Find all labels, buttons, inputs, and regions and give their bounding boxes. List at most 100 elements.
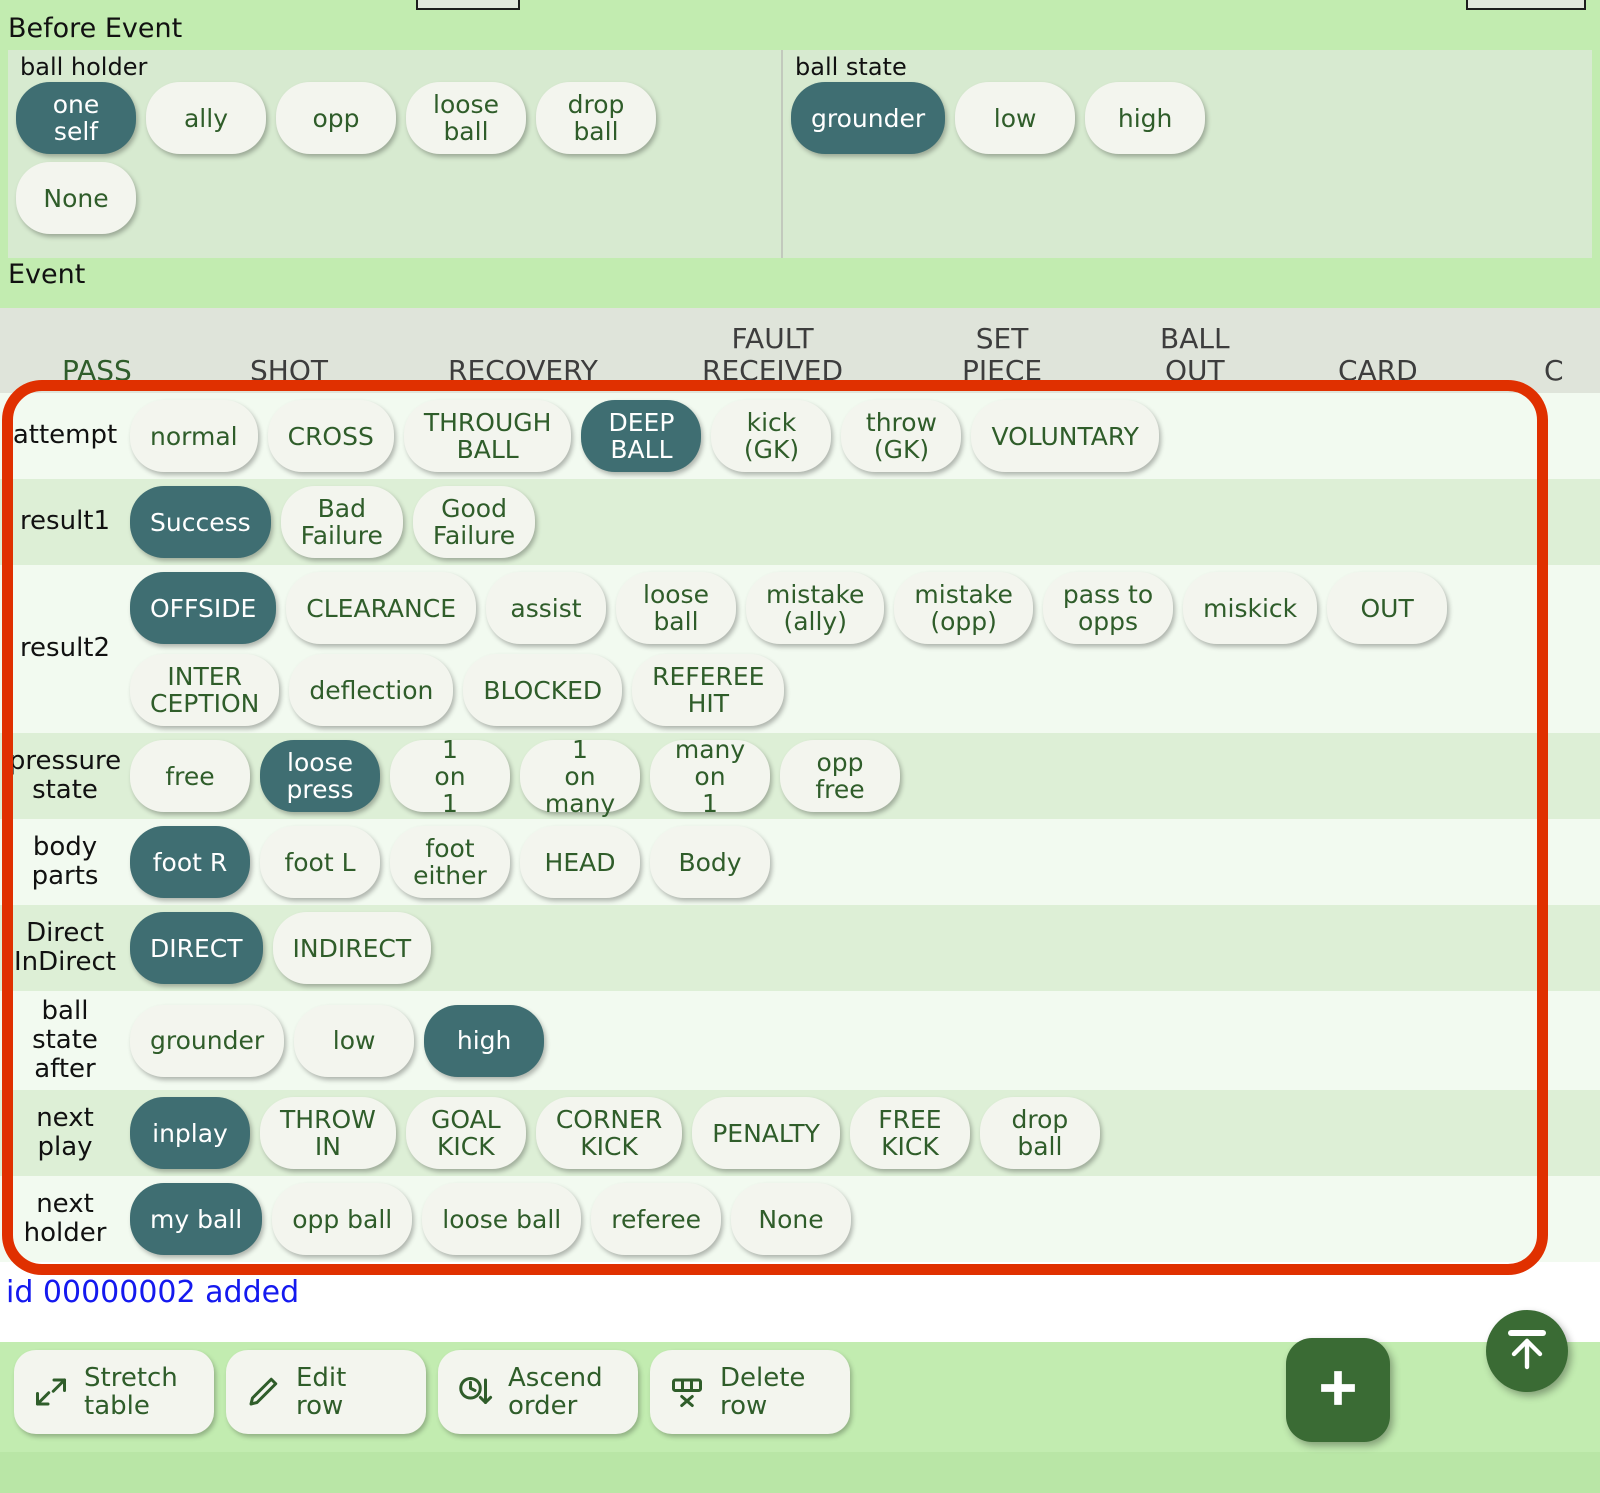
chip-result2-11[interactable]: BLOCKED <box>463 654 623 726</box>
tab-card[interactable]: CARD <box>1338 354 1418 387</box>
chip-result2-9[interactable]: INTER CEPTION <box>130 654 280 726</box>
chip-ball-holder-0[interactable]: one self <box>16 82 136 155</box>
chip-result2-3[interactable]: loose ball <box>616 572 736 644</box>
attribute-row-attempt: attempt normal CROSS THROUGH BALL DEEP BALL k… <box>0 393 1600 479</box>
before-event-section: Before Event ball holder one self ally opp… <box>0 12 1600 258</box>
chip-direct-indirect-0[interactable]: DIRECT <box>130 912 263 984</box>
chip-attempt-6[interactable]: VOLUNTARY <box>971 400 1159 472</box>
chip-result2-7[interactable]: miskick <box>1183 572 1318 644</box>
chip-next-play-0[interactable]: inplay <box>130 1097 250 1170</box>
chip-next-holder-1[interactable]: opp ball <box>272 1183 413 1256</box>
chip-ball-state-1[interactable]: low <box>955 82 1076 155</box>
chip-pressure-state-4[interactable]: many on 1 <box>650 736 770 817</box>
chip-body-parts-3[interactable]: HEAD <box>520 826 640 898</box>
chip-attempt-1[interactable]: CROSS <box>267 400 394 472</box>
chip-result2-2[interactable]: assist <box>486 572 606 644</box>
chip-pressure-state-2[interactable]: 1 on 1 <box>390 736 510 817</box>
chip-result1-1[interactable]: Bad Failure <box>280 486 403 558</box>
attribute-row-result1: result1 Success Bad Failure Good Failure <box>0 479 1600 565</box>
chip-attempt-5[interactable]: throw (GK) <box>841 400 962 472</box>
chip-attempt-0[interactable]: normal <box>130 400 258 472</box>
add-event-button[interactable] <box>1286 1338 1390 1442</box>
before-event-body: ball holder one self ally opp loose ball dro… <box>8 50 1592 258</box>
attribute-row-next-play: next play inplay THROW IN GOAL KICK CORNER K… <box>0 1090 1600 1177</box>
chip-pressure-state-3[interactable]: 1 on many <box>520 736 640 817</box>
row-label-pressure-state: pressure state <box>8 745 122 805</box>
chip-attempt-2[interactable]: THROUGH BALL <box>403 400 572 472</box>
chip-direct-indirect-1[interactable]: INDIRECT <box>272 912 432 984</box>
chip-next-play-4[interactable]: PENALTY <box>692 1097 840 1170</box>
row-options-ball-state-after: grounder low high <box>130 998 1600 1084</box>
top-input-right[interactable] <box>1466 0 1586 10</box>
row-options-body-parts: foot Rfoot Lfoot either HEAD Body <box>130 819 1600 905</box>
chip-ball-state-after-1[interactable]: low <box>294 1004 415 1077</box>
chip-result2-4[interactable]: mistake (ally) <box>746 572 885 644</box>
tab-pass[interactable]: PASS <box>62 354 132 387</box>
chip-ball-state-after-0[interactable]: grounder <box>130 1004 285 1077</box>
ascend-order-button-label: Ascend order <box>508 1362 603 1422</box>
row-options-attempt: normal CROSS THROUGH BALL DEEP BALL kick (GK… <box>130 393 1600 479</box>
chip-result2-0[interactable]: OFFSIDE <box>130 572 277 644</box>
ball-state-options: grounder low high <box>791 82 1592 155</box>
chip-result2-8[interactable]: OUT <box>1327 572 1448 644</box>
chip-result2-1[interactable]: CLEARANCE <box>286 572 476 644</box>
attribute-row-next-holder: next holder my ball opp ball loose ball refe… <box>0 1176 1600 1263</box>
row-label-next-play: next play <box>36 1103 94 1163</box>
row-label-next-holder: next holder <box>23 1189 107 1249</box>
chip-ball-holder-3[interactable]: loose ball <box>406 82 526 155</box>
tab-fault-received[interactable]: FAULT RECEIVED <box>702 322 843 387</box>
chip-next-play-3[interactable]: CORNER KICK <box>535 1097 683 1170</box>
chip-body-parts-0[interactable]: foot R <box>130 826 250 898</box>
chip-pressure-state-1[interactable]: loose press <box>260 740 380 812</box>
chip-ball-state-2[interactable]: high <box>1085 82 1206 155</box>
chip-ball-holder-4[interactable]: drop ball <box>536 82 656 155</box>
chip-result2-5[interactable]: mistake (opp) <box>894 572 1033 644</box>
ball-state-group: ball state grounder low high <box>783 50 1592 258</box>
chip-body-parts-1[interactable]: foot L <box>260 826 380 898</box>
chip-next-play-1[interactable]: THROW IN <box>260 1097 396 1170</box>
delete-row-button[interactable]: Delete row <box>650 1350 850 1435</box>
chip-next-play-2[interactable]: GOAL KICK <box>405 1097 526 1170</box>
chip-result1-0[interactable]: Success <box>130 486 271 558</box>
row-options-result2: OFFSIDE CLEARANCE assist loose ball mistake … <box>130 565 1600 733</box>
edit-row-button[interactable]: Edit row <box>226 1350 426 1435</box>
chip-ball-state-after-2[interactable]: high <box>424 1004 545 1077</box>
tab-c[interactable]: C <box>1544 354 1564 387</box>
row-options-direct-indirect: DIRECT INDIRECT <box>130 905 1600 991</box>
chip-body-parts-2[interactable]: foot either <box>390 826 510 898</box>
event-section: Event PASS SHOT RECOVERY FAULT RECEIVED SET … <box>0 258 1600 1263</box>
tab-set-piece[interactable]: SET PIECE <box>962 322 1042 387</box>
chip-attempt-3[interactable]: DEEP BALL <box>581 400 702 472</box>
chip-next-play-5[interactable]: FREE KICK <box>849 1097 970 1170</box>
tab-recovery[interactable]: RECOVERY <box>448 354 598 387</box>
chip-next-holder-2[interactable]: loose ball <box>422 1183 582 1256</box>
chip-result1-2[interactable]: Good Failure <box>412 486 536 558</box>
chip-pressure-state-5[interactable]: opp free <box>780 740 900 812</box>
tab-shot[interactable]: SHOT <box>250 354 328 387</box>
chip-result2-10[interactable]: deflection <box>289 654 454 726</box>
top-input-left[interactable] <box>416 0 520 10</box>
tab-ball-out[interactable]: BALL OUT <box>1160 322 1230 387</box>
stretch-table-button[interactable]: Stretch table <box>14 1350 214 1435</box>
chip-ball-holder-2[interactable]: opp <box>276 82 396 155</box>
clock-arrow-down-icon <box>456 1373 494 1411</box>
scroll-to-top-button[interactable] <box>1486 1310 1568 1392</box>
edit-row-button-label: Edit row <box>296 1362 347 1422</box>
ascend-order-button[interactable]: Ascend order <box>438 1350 638 1435</box>
chip-next-holder-4[interactable]: None <box>731 1183 852 1256</box>
chip-next-play-6[interactable]: drop ball <box>979 1097 1100 1170</box>
chip-result2-12[interactable]: REFEREE HIT <box>632 654 785 726</box>
chip-ball-holder-1[interactable]: ally <box>146 82 266 155</box>
chip-next-holder-0[interactable]: my ball <box>130 1183 263 1256</box>
chip-attempt-4[interactable]: kick (GK) <box>711 400 832 472</box>
chip-next-holder-3[interactable]: referee <box>591 1183 722 1256</box>
attribute-row-ball-state-after: ball state after grounder low high <box>0 991 1600 1091</box>
chip-ball-holder-5[interactable]: None <box>16 162 136 235</box>
chip-pressure-state-0[interactable]: free <box>130 740 250 812</box>
attribute-row-result2: result2 OFFSIDE CLEARANCE assist loose ball m… <box>0 565 1600 733</box>
ball-holder-group: ball holder one self ally opp loose ball dro… <box>8 50 783 258</box>
chip-result2-6[interactable]: pass to opps <box>1042 572 1174 644</box>
chip-body-parts-4[interactable]: Body <box>650 826 770 898</box>
chip-ball-state-0[interactable]: grounder <box>791 82 946 155</box>
ball-holder-label: ball holder <box>20 53 148 81</box>
